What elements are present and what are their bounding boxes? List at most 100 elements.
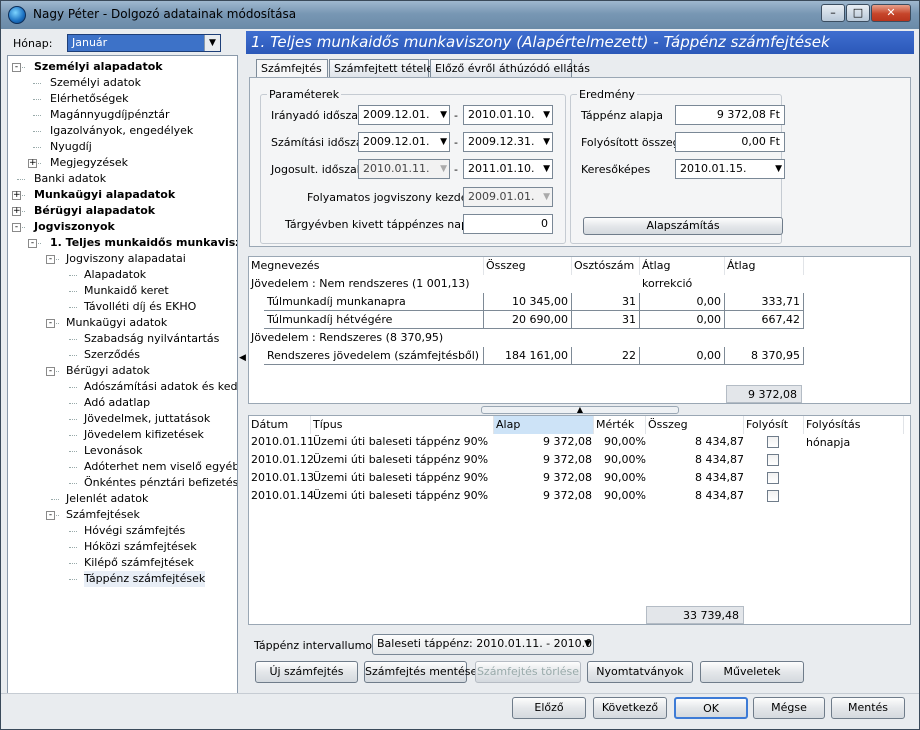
table-cell[interactable]: 2010.01.13. (251, 469, 317, 487)
table-cell[interactable]: 31 (572, 293, 640, 311)
table-cell[interactable]: 2010.01.12. (251, 451, 317, 469)
table-cell[interactable]: 90,00% (594, 487, 646, 505)
tab-elozo-ev[interactable]: Előző évről áthúzódó ellátás (430, 59, 590, 77)
panel-splitter[interactable]: ◀ (238, 31, 246, 691)
table-cell[interactable]: Rendszeres jövedelem (számfejtésből) (264, 347, 484, 365)
tree-item[interactable]: Jogviszony alapadatai (66, 251, 186, 267)
table-cell[interactable]: Üzemi úti baleseti táppénz 90% (313, 469, 488, 487)
expand-icon[interactable]: + (12, 191, 21, 200)
tree-item[interactable]: Távolléti díj és EKHO (84, 299, 196, 315)
szamitasi-to-field[interactable]: 2009.12.31. ▼ (463, 132, 553, 152)
tree-item[interactable]: Szabadság nyilvántartás (84, 331, 219, 347)
collapse-icon[interactable]: - (46, 255, 55, 264)
tree-item[interactable]: Banki adatok (34, 171, 106, 187)
group-header[interactable]: Jövedelem : Nem rendszeres (1 001,13) (251, 276, 470, 292)
table-cell[interactable]: 8 434,87 (646, 469, 744, 487)
col-header[interactable]: Típus (311, 416, 494, 434)
tree-item[interactable]: Bérügyi alapadatok (34, 203, 155, 219)
col-header[interactable]: Mérték (594, 416, 646, 434)
table-cell[interactable]: 0,00 (640, 347, 725, 365)
table-cell[interactable]: 184 161,00 (484, 347, 572, 365)
forms-button[interactable]: Nyomtatványok (587, 661, 693, 683)
table-cell[interactable]: 8 370,95 (725, 347, 804, 365)
table-cell[interactable]: 8 434,87 (646, 487, 744, 505)
tree-item[interactable]: Jogviszonyok (34, 219, 115, 235)
keresokepes-field[interactable]: 2010.01.15. ▼ (675, 159, 785, 179)
col-header[interactable]: Összeg (646, 416, 744, 434)
expand-icon[interactable]: + (12, 207, 21, 216)
month-select[interactable]: Január ▼ (67, 34, 221, 52)
folyosit-checkbox[interactable] (767, 490, 779, 502)
table-cell[interactable]: 0,00 (640, 311, 725, 329)
new-calculation-button[interactable]: Új számfejtés (255, 661, 358, 683)
tree-item[interactable]: Alapadatok (84, 267, 146, 283)
tree-item[interactable]: Szerződés (84, 347, 140, 363)
expand-icon[interactable]: + (28, 159, 37, 168)
col-header[interactable]: Átlag korrekció (640, 257, 725, 290)
tree-item[interactable]: Táppénz számfejtések (84, 571, 206, 587)
next-button[interactable]: Következő (593, 697, 667, 719)
minimize-button[interactable]: – (821, 4, 845, 22)
tree-item[interactable]: Kilépő számfejtések (84, 555, 194, 571)
col-header[interactable]: Átlag (725, 257, 804, 275)
tree-item[interactable]: Jövedelem kifizetések (84, 427, 204, 443)
tree-item[interactable]: Munkaügyi alapadatok (34, 187, 175, 203)
tree-item[interactable]: Megjegyzések (50, 155, 128, 171)
szamitasi-from-field[interactable]: 2009.12.01. ▼ (358, 132, 450, 152)
folyosit-checkbox[interactable] (767, 454, 779, 466)
folyositott-field[interactable]: 0,00 Ft (675, 132, 785, 152)
interval-select[interactable]: Baleseti táppénz: 2010.01.11. - 2010.01.… (372, 634, 594, 655)
tree-item[interactable]: Munkaügyi adatok (66, 315, 167, 331)
tree-item[interactable]: 1. Teljes munkaidős munkaviszony (50, 235, 237, 251)
table-cell[interactable]: 90,00% (594, 469, 646, 487)
collapse-icon[interactable]: - (12, 63, 21, 72)
tree-item[interactable]: Számfejtések (66, 507, 140, 523)
tree-item[interactable]: Munkaidő keret (84, 283, 169, 299)
table-cell[interactable]: 9 372,08 (494, 469, 592, 487)
tree-item[interactable]: Elérhetőségek (50, 91, 129, 107)
col-header[interactable]: Összeg (484, 257, 572, 275)
collapse-icon[interactable]: - (12, 223, 21, 232)
operations-button[interactable]: Műveletek (700, 661, 804, 683)
tree-item[interactable]: Személyi alapadatok (34, 59, 163, 75)
col-header[interactable]: Osztószám (572, 257, 640, 275)
jogosult-from-field[interactable]: 2010.01.11. ▼ (358, 159, 450, 179)
cancel-button[interactable]: Mégse (753, 697, 825, 719)
iranyado-from-field[interactable]: 2009.12.01. ▼ (358, 105, 450, 125)
maximize-button[interactable]: □ (846, 4, 870, 22)
tree-item[interactable]: Adószámítási adatok és kedvezmények (84, 379, 237, 395)
col-header[interactable]: Dátum (249, 416, 311, 434)
tree-item[interactable]: Hóvégi számfejtés (84, 523, 185, 539)
table-cell[interactable]: 9 372,08 (494, 433, 592, 451)
collapse-icon[interactable]: - (46, 511, 55, 520)
table-cell[interactable]: 667,42 (725, 311, 804, 329)
table-cell[interactable]: 10 345,00 (484, 293, 572, 311)
tree-item[interactable]: Adóterhet nem viselő egyéb járandóságok (84, 459, 237, 475)
targyev-field[interactable]: 0 (463, 214, 553, 234)
tree-item[interactable]: Személyi adatok (50, 75, 141, 91)
group-header[interactable]: Jövedelem : Rendszeres (8 370,95) (251, 330, 443, 346)
save-calculation-button[interactable]: Számfejtés mentése (364, 661, 477, 683)
table-cell[interactable]: 22 (572, 347, 640, 365)
chevron-down-icon[interactable]: ▼ (204, 35, 220, 51)
table-cell[interactable]: Üzemi úti baleseti táppénz 90% (313, 433, 488, 451)
table-cell[interactable]: 2010.01.11. (251, 433, 317, 451)
tree-item[interactable]: Hóközi számfejtések (84, 539, 197, 555)
table-cell[interactable]: Túlmunkadíj hétvégére (264, 311, 484, 329)
tab-szamfejtes[interactable]: Számfejtés (256, 59, 328, 78)
title-bar[interactable]: Nagy Péter - Dolgozó adatainak módosítás… (1, 1, 919, 29)
tree-item[interactable]: Jövedelmek, juttatások (84, 411, 210, 427)
tree-item[interactable]: Bérügyi adatok (66, 363, 150, 379)
tree-item[interactable]: Nyugdíj (50, 139, 92, 155)
table-cell[interactable]: 90,00% (594, 451, 646, 469)
table-cell[interactable]: Üzemi úti baleseti táppénz 90% (313, 487, 488, 505)
table-cell[interactable]: 333,71 (725, 293, 804, 311)
collapse-icon[interactable]: - (28, 239, 37, 248)
table-cell[interactable]: Túlmunkadíj munkanapra (264, 293, 484, 311)
folyosit-checkbox[interactable] (767, 472, 779, 484)
alapszamitas-button[interactable]: Alapszámítás (583, 217, 783, 235)
close-button[interactable]: ✕ (871, 4, 911, 22)
jogosult-to-field[interactable]: 2011.01.10. ▼ (463, 159, 553, 179)
table-cell[interactable]: 8 434,87 (646, 451, 744, 469)
grid-splitter-handle[interactable]: ▲ (481, 406, 679, 414)
